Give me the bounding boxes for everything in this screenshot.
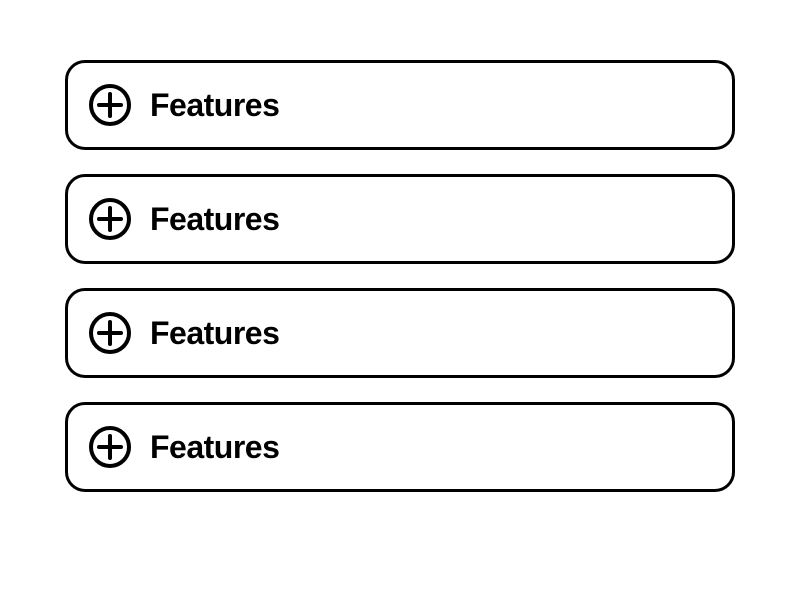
accordion-item[interactable]: Features [65,174,735,264]
plus-circle-icon [88,425,132,469]
accordion-list: Features Features Features [65,60,735,492]
plus-circle-icon [88,83,132,127]
accordion-item[interactable]: Features [65,60,735,150]
accordion-item-label: Features [150,87,279,124]
plus-circle-icon [88,197,132,241]
accordion-item-label: Features [150,429,279,466]
accordion-item[interactable]: Features [65,288,735,378]
accordion-item-label: Features [150,315,279,352]
accordion-item[interactable]: Features [65,402,735,492]
accordion-item-label: Features [150,201,279,238]
plus-circle-icon [88,311,132,355]
